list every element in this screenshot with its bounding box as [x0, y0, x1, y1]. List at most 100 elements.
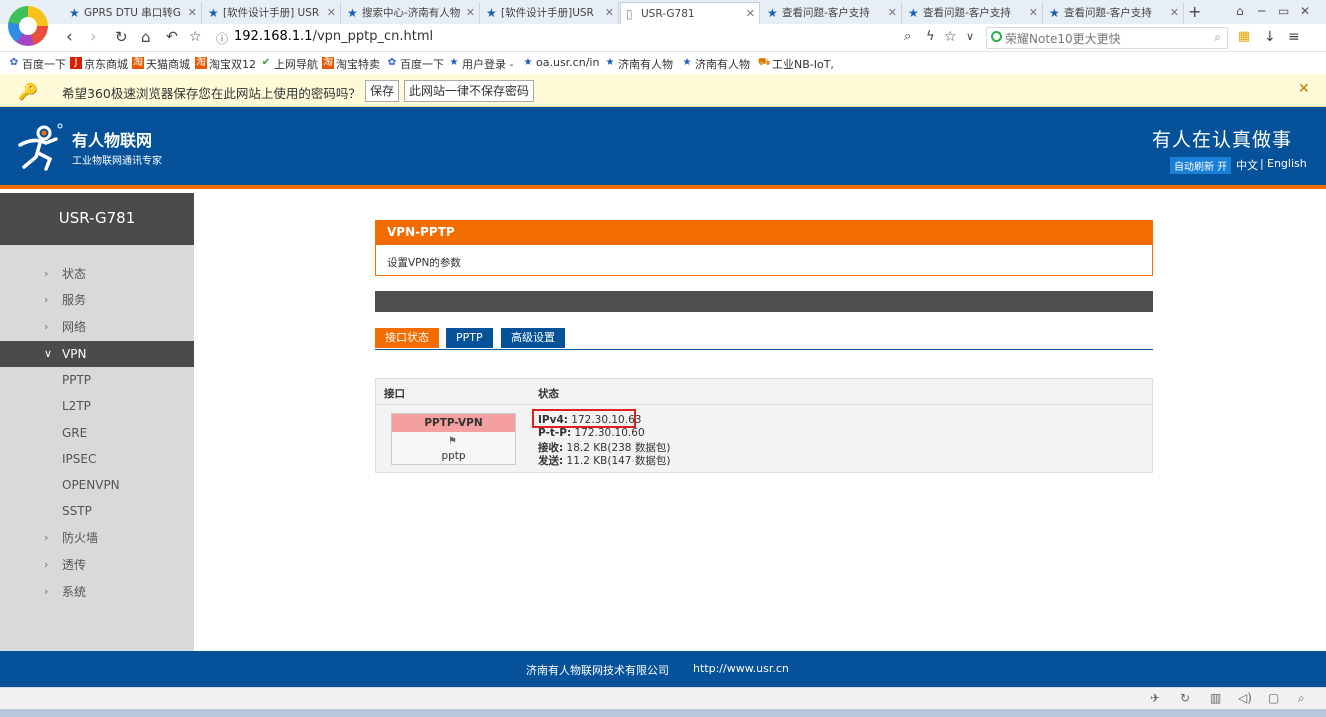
lightning-icon[interactable]: ϟ [926, 27, 935, 47]
bookmark-item[interactable]: 淘天猫商城 [132, 56, 190, 72]
reload-icon[interactable]: ↻ [115, 27, 128, 47]
bookmark-item[interactable]: ⛟ 工业NB-IoT, [758, 56, 834, 72]
browser-tab[interactable]: ★ GPRS DTU 串口转G ✕ [64, 2, 202, 24]
browser-logo-icon[interactable] [8, 6, 48, 46]
sidebar-item-status[interactable]: › 状态 [0, 261, 194, 287]
usr-person-icon: ★ [523, 57, 533, 68]
browser-tab-active[interactable]: ▯ USR-G781 ✕ [620, 2, 760, 24]
maximize-icon[interactable]: ▭ [1278, 4, 1289, 18]
close-icon[interactable]: ✕ [888, 2, 897, 24]
search-icon[interactable]: ⌕ [1298, 691, 1305, 706]
tab-advanced[interactable]: 高级设置 [501, 328, 565, 348]
forward-icon[interactable]: › [90, 27, 97, 47]
download-icon[interactable]: ↓ [1264, 27, 1276, 47]
apps-grid-icon[interactable]: ▦ [1238, 27, 1250, 47]
pin-icon[interactable]: ✈ [1150, 691, 1160, 705]
tmall-icon: 淘 [132, 57, 144, 69]
save-password-button[interactable]: 保存 [365, 80, 400, 102]
browser-status-bar: ✈ ↻ ▥ ◁) ▢ ⌕ [0, 687, 1326, 709]
sidebar-item-system[interactable]: › 系统 [0, 579, 194, 605]
footer-url-link[interactable]: http://www.usr.cn [693, 662, 789, 675]
sidebar-subitem-gre[interactable]: GRE [0, 420, 194, 446]
bookmark-item[interactable]: ★ 用户登录 - [448, 56, 514, 72]
url-text[interactable]: 192.168.1.1/vpn_pptp_cn.html [234, 29, 433, 44]
interface-card[interactable]: PPTP-VPN ⚑ pptp [391, 413, 516, 465]
sidebar-item-firewall[interactable]: › 防火墙 [0, 525, 194, 551]
zoom-icon[interactable]: ⌕ [904, 27, 911, 47]
auto-refresh-toggle[interactable]: 自动刷新 开 [1170, 157, 1232, 174]
url-field[interactable]: ⓘ 192.168.1.1/vpn_pptp_cn.html [212, 27, 982, 49]
search-icon[interactable]: ⌕ [1214, 30, 1221, 45]
window-icon[interactable]: ▢ [1268, 691, 1279, 705]
usr-person-icon: ★ [1049, 6, 1060, 20]
bookmark-item[interactable]: J 京东商城 [70, 56, 128, 72]
bookmark-item[interactable]: 淘淘宝特卖 [322, 56, 380, 72]
home-icon[interactable]: ⌂ [141, 27, 151, 47]
trash-icon[interactable]: ▥ [1210, 691, 1221, 705]
search-input[interactable]: 荣耀Note10更大更快 ⌕ [986, 27, 1228, 49]
sidebar-item-vpn[interactable]: ∨ VPN [0, 341, 194, 367]
close-icon[interactable]: ✕ [466, 2, 475, 24]
bookmark-item[interactable]: ★ oa.usr.cn/in [522, 56, 600, 69]
brand-name: 有人物联网 [72, 131, 153, 150]
bookmark-item[interactable]: ✿ 百度一下 [8, 56, 66, 72]
close-icon[interactable]: ✕ [1298, 81, 1310, 97]
bookmark-label: 用户登录 - [462, 58, 514, 71]
window-close-icon[interactable]: ✕ [1300, 4, 1310, 18]
sidebar-item-network[interactable]: › 网络 [0, 314, 194, 340]
browser-tab[interactable]: ★ 搜索中心-济南有人物 ✕ [342, 2, 480, 24]
lang-english-link[interactable]: English [1267, 157, 1307, 170]
close-icon[interactable]: ✕ [605, 2, 614, 24]
browser-tab[interactable]: ★ 查看问题-客户支持 ✕ [1044, 2, 1184, 24]
bookmark-item[interactable]: ★ 济南有人物 [681, 56, 750, 72]
sidebar-subitem-openvpn[interactable]: OPENVPN [0, 472, 194, 498]
sidebar-subitem-ipsec[interactable]: IPSEC [0, 446, 194, 472]
tab-interface-status[interactable]: 接口状态 [375, 328, 439, 348]
address-toolbar: ‹ › ↻ ⌂ ↶ ☆ ⓘ 192.168.1.1/vpn_pptp_cn.ht… [0, 24, 1326, 52]
usr-person-icon: ★ [486, 6, 497, 20]
sidebar-item-label: 状态 [62, 267, 87, 281]
password-save-bar: 🔑 希望360极速浏览器保存您在此网站上使用的密码吗？ 保存 此网站一律不保存密… [0, 74, 1326, 107]
star-icon[interactable]: ☆ [189, 27, 202, 47]
menu-icon[interactable]: ≡ [1288, 27, 1300, 47]
bookmark-label: 百度一下 [400, 58, 444, 71]
close-icon[interactable]: ✕ [188, 2, 197, 24]
close-icon[interactable]: ✕ [1029, 2, 1038, 24]
usr-logo-icon [18, 123, 63, 171]
sidebar-item-services[interactable]: › 服务 [0, 287, 194, 313]
bookmark-item[interactable]: 淘淘宝双12 [195, 56, 256, 72]
browser-tab[interactable]: ★ 查看问题-客户支持 ✕ [762, 2, 902, 24]
refresh-icon[interactable]: ↻ [1180, 691, 1190, 705]
tx-value: 11.2 KB(147 数据包) [566, 455, 671, 467]
site-info-icon[interactable]: ⓘ [216, 30, 228, 47]
bookmark-item[interactable]: ✿ 百度一下 [386, 56, 444, 72]
minimize-icon[interactable]: ─ [1258, 4, 1265, 18]
undo-icon[interactable]: ↶ [166, 27, 178, 47]
lang-chinese-link[interactable]: 中文 [1236, 157, 1258, 173]
sidebar-subitem-sstp[interactable]: SSTP [0, 498, 194, 524]
sidebar-item-label: VPN [62, 347, 87, 361]
close-icon[interactable]: ✕ [1170, 2, 1179, 24]
sidebar-subitem-pptp[interactable]: PPTP [0, 367, 194, 393]
shirt-skin-icon[interactable]: ⌂ [1236, 4, 1244, 18]
sidebar-subitem-l2tp[interactable]: L2TP [0, 393, 194, 419]
tab-pptp[interactable]: PPTP [446, 328, 493, 348]
new-tab-icon[interactable]: + [1188, 2, 1201, 21]
browser-tab[interactable]: ★ 查看问题-客户支持 ✕ [903, 2, 1043, 24]
back-icon[interactable]: ‹ [66, 27, 73, 47]
browser-tab[interactable]: ★ [软件设计手册]USR ✕ [481, 2, 619, 24]
bookmark-item[interactable]: ✔ 上网导航 [260, 56, 318, 72]
browser-tab[interactable]: ★ [软件设计手册] USR ✕ [203, 2, 341, 24]
divider-bar [375, 291, 1153, 312]
bookmark-item[interactable]: ★ 济南有人物 [604, 56, 673, 72]
sidebar-item-transparent[interactable]: › 透传 [0, 552, 194, 578]
never-save-password-button[interactable]: 此网站一律不保存密码 [404, 80, 535, 102]
close-icon[interactable]: ✕ [746, 3, 755, 24]
chevron-right-icon: › [44, 585, 49, 598]
footer-company: 济南有人物联网技术有限公司 [526, 664, 669, 677]
volume-icon[interactable]: ◁) [1238, 691, 1252, 705]
favorite-icon[interactable]: ☆ [944, 27, 957, 47]
close-icon[interactable]: ✕ [327, 2, 336, 24]
chevron-down-icon[interactable]: ∨ [966, 27, 974, 47]
status-ptp: P-t-P: 172.30.10.60 [538, 427, 645, 439]
